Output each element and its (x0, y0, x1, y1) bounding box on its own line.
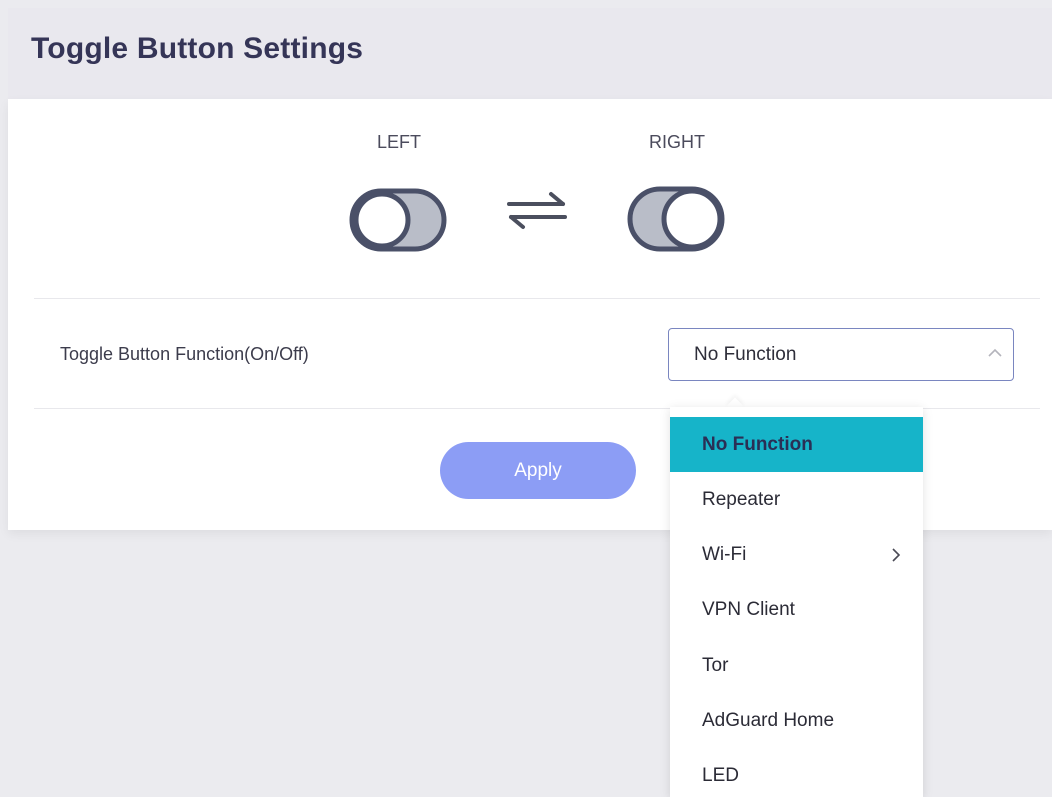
apply-button[interactable]: Apply (440, 442, 636, 499)
menu-item-wifi[interactable]: Wi-Fi (670, 527, 923, 582)
page: Toggle Button Settings LEFT RIGHT Toggle… (0, 0, 1052, 797)
menu-item-adguard-home[interactable]: AdGuard Home (670, 693, 923, 748)
menu-item-repeater[interactable]: Repeater (670, 472, 923, 527)
chevron-up-icon (988, 348, 1002, 357)
function-dropdown-menu: No Function Repeater Wi-Fi VPN Client To… (670, 407, 923, 797)
menu-item-vpn-client[interactable]: VPN Client (670, 582, 923, 637)
function-select[interactable]: No Function (668, 328, 1014, 381)
toggle-off-icon (349, 188, 447, 252)
menu-item-label: Wi-Fi (702, 544, 747, 565)
menu-item-label: Repeater (702, 489, 781, 510)
left-position-label: LEFT (376, 132, 421, 152)
swap-arrows-icon (507, 192, 567, 229)
menu-item-tor[interactable]: Tor (670, 638, 923, 693)
menu-item-label: No Function (702, 434, 813, 455)
menu-item-label: Tor (702, 655, 729, 676)
toggle-on-icon (627, 186, 725, 252)
function-select-value: No Function (694, 344, 797, 365)
right-position-label: RIGHT (649, 132, 705, 152)
menu-item-led[interactable]: LED (670, 748, 923, 797)
divider (34, 298, 1040, 299)
menu-item-label: LED (702, 765, 739, 786)
chevron-right-icon (892, 548, 901, 562)
menu-item-label: AdGuard Home (702, 710, 835, 731)
page-title: Toggle Button Settings (31, 32, 364, 65)
page-header: Toggle Button Settings (8, 8, 1052, 99)
menu-item-label: VPN Client (702, 599, 795, 620)
toggle-function-label: Toggle Button Function(On/Off) (60, 344, 309, 364)
menu-item-no-function[interactable]: No Function (670, 417, 923, 472)
